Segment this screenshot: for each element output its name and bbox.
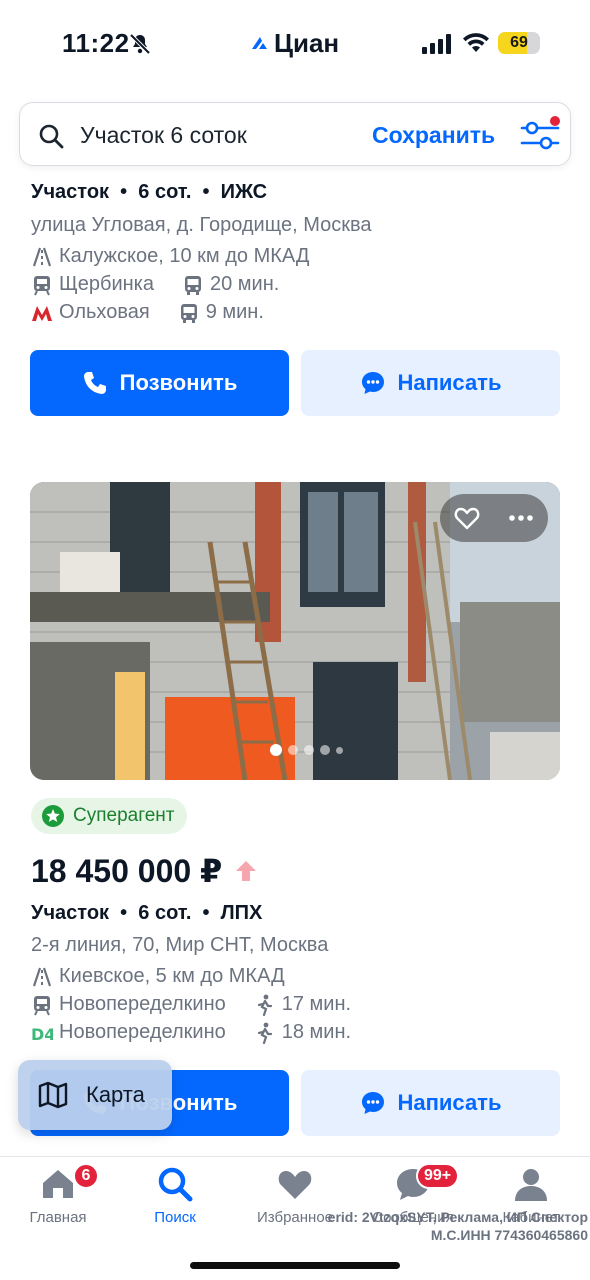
pagination-dot xyxy=(304,745,314,755)
map-button[interactable]: Карта xyxy=(18,1060,172,1130)
search-icon xyxy=(158,1167,193,1202)
listing2-price: 18 450 000 ₽ xyxy=(31,852,258,890)
advertising-disclaimer: erid: 2VtzqxSYT, Реклама, ИП Спектор М.С… xyxy=(327,1209,588,1243)
listing1-address: улица Угловая, д. Городище, Москва xyxy=(31,214,372,236)
pagination-dot xyxy=(320,745,330,755)
photo-pagination xyxy=(270,744,343,756)
superagent-badge: Суперагент xyxy=(31,798,187,834)
chat-bubble-icon xyxy=(361,372,384,394)
heart-icon xyxy=(278,1171,312,1199)
listing1-transport-2: Ольховая 9 мин. xyxy=(31,301,264,324)
cian-logo-icon xyxy=(252,36,267,49)
listing1-summary: Участок • 6 сот. • ИЖС xyxy=(31,181,268,203)
pagination-dot xyxy=(336,746,343,754)
listing1-highway: Калужское, 10 км до МКАД xyxy=(31,245,309,268)
listing2-highway: Киевское, 5 км до МКАД xyxy=(31,965,285,988)
listing2-transport-1: Новопеределкино 17 мин. xyxy=(31,993,351,1016)
listing1-highway-text: Калужское, 10 км до МКАД xyxy=(59,245,310,267)
road-icon xyxy=(32,967,52,986)
metro-icon xyxy=(32,305,52,321)
listing2-station1: Новопеределкино xyxy=(59,993,226,1015)
favorite-heart-icon[interactable] xyxy=(453,504,481,532)
tab-home-label: Главная xyxy=(29,1209,87,1226)
carrier-name: Циан xyxy=(274,28,340,58)
home-icon xyxy=(43,1170,73,1198)
battery-indicator: 69 xyxy=(498,32,540,54)
listing1-call-button[interactable]: Позвонить xyxy=(30,350,289,416)
bus-icon xyxy=(180,303,197,323)
listing1-station2: Ольховая xyxy=(59,301,150,323)
listing2-highway-text: Киевское, 5 км до МКАД xyxy=(59,965,285,987)
tab-search-label: Поиск xyxy=(154,1209,196,1226)
search-icon xyxy=(39,124,64,149)
listing2-summary: Участок • 6 сот. • ЛПХ xyxy=(31,902,263,924)
superagent-label: Суперагент xyxy=(73,805,175,826)
messages-badge: 99+ xyxy=(416,1163,460,1189)
bus-icon xyxy=(184,275,201,295)
signal-icon xyxy=(422,34,451,54)
listing1-write-label: Написать xyxy=(397,370,502,395)
carrier-brand: Циан xyxy=(250,28,339,59)
listing2-photo[interactable] xyxy=(30,482,560,780)
listing2-station1-time: 17 мин. xyxy=(281,993,352,1015)
phone-icon xyxy=(83,372,106,394)
listing2-price-value: 18 450 000 ₽ xyxy=(31,853,223,889)
listing1-station2-time: 9 мин. xyxy=(205,301,264,323)
profile-icon xyxy=(515,1169,547,1201)
tab-home[interactable]: Главная 6 xyxy=(3,1163,113,1226)
listing2-write-button[interactable]: Написать xyxy=(301,1070,560,1136)
listing2-station2: Новопеределкино xyxy=(59,1021,226,1043)
battery-percent: 69 xyxy=(510,34,528,51)
status-bar: 11:22 Циан 69 xyxy=(0,0,590,90)
search-query[interactable]: Участок 6 соток xyxy=(80,122,247,149)
listing1-write-button[interactable]: Написать xyxy=(301,350,560,416)
listing1-station1-time: 20 мин. xyxy=(209,273,280,295)
svg-text:D4: D4 xyxy=(31,1025,53,1044)
listing1-call-label: Позвонить xyxy=(119,370,238,395)
listing2-address: 2-я линия, 70, Мир СНТ, Москва xyxy=(31,934,329,956)
listing2-station2-time: 18 мин. xyxy=(281,1021,352,1043)
status-time: 11:22 xyxy=(62,28,130,58)
pagination-dot-active xyxy=(270,744,282,756)
listing1-station1: Щербинка xyxy=(59,273,154,295)
more-options-icon[interactable] xyxy=(507,504,535,532)
home-badge: 6 xyxy=(73,1163,99,1189)
photo-actions xyxy=(440,494,548,542)
road-icon xyxy=(32,247,52,266)
chat-bubble-icon xyxy=(361,1092,384,1114)
listing1-transport-1: Щербинка 20 мин. xyxy=(31,273,279,296)
pagination-dot xyxy=(288,745,298,755)
map-button-label: Карта xyxy=(86,1082,145,1107)
walking-icon xyxy=(257,1022,272,1044)
walking-icon xyxy=(257,994,272,1016)
d4-line-icon: D4 xyxy=(31,1025,53,1044)
tab-search[interactable]: Поиск xyxy=(120,1165,230,1226)
train-icon xyxy=(34,275,50,295)
home-indicator[interactable] xyxy=(190,1262,400,1269)
star-badge-icon xyxy=(42,805,64,827)
bell-off-icon xyxy=(129,33,151,55)
listing2-transport-2: D4 Новопеределкино 18 мин. xyxy=(31,1021,351,1044)
listing2-write-label: Написать xyxy=(397,1090,502,1115)
filter-icon[interactable] xyxy=(518,115,562,155)
train-icon xyxy=(34,995,50,1015)
save-search-button[interactable]: Сохранить xyxy=(372,122,495,149)
search-bar[interactable]: Участок 6 соток Сохранить xyxy=(19,102,571,166)
price-up-arrow-icon xyxy=(236,861,257,881)
wifi-icon xyxy=(463,33,489,52)
map-icon xyxy=(38,1081,68,1109)
